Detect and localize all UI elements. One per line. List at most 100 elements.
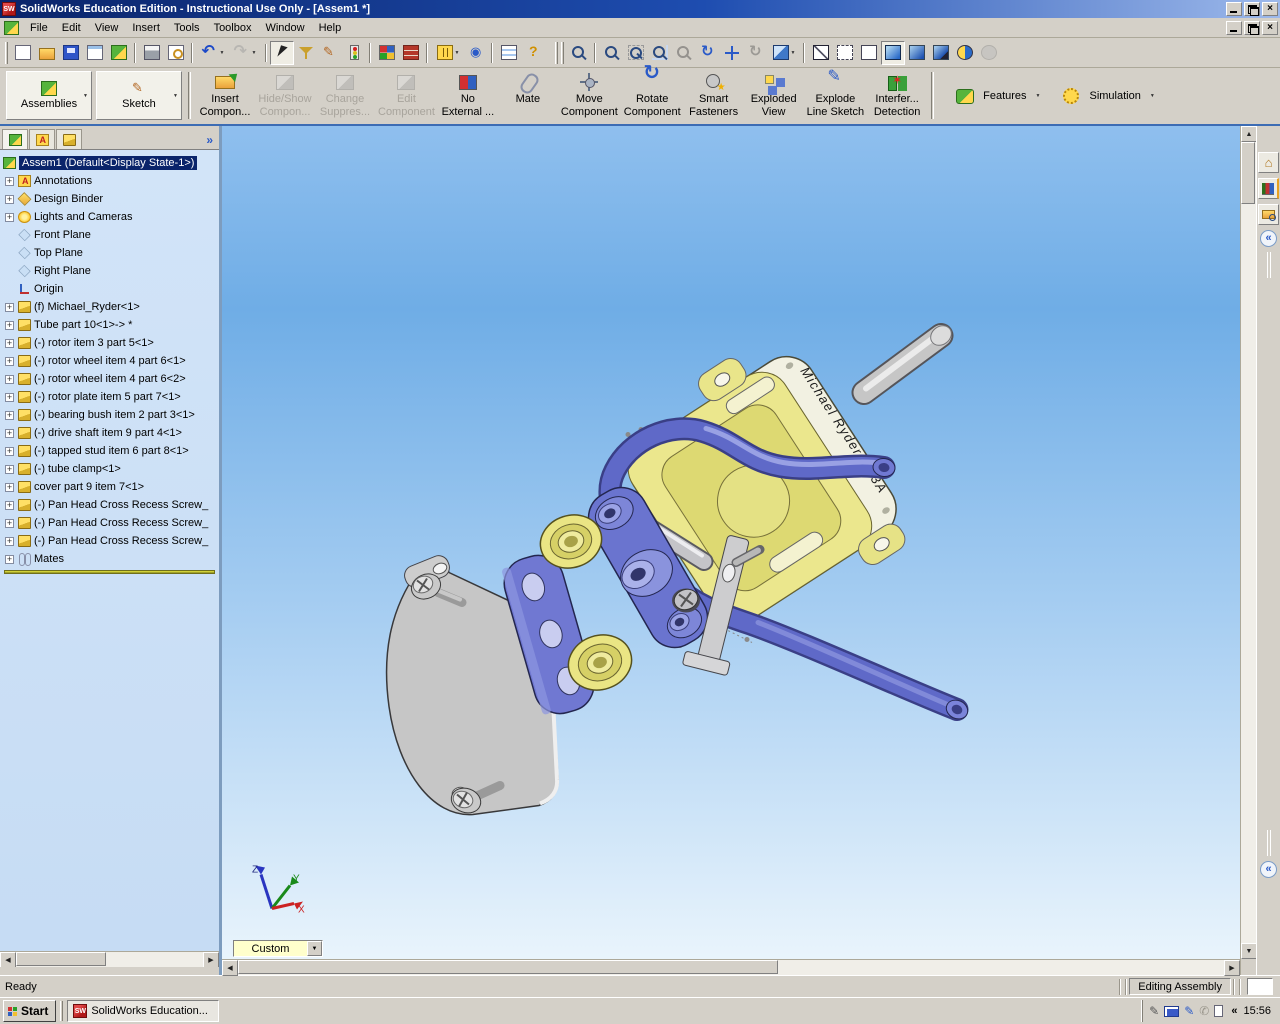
panel-horizontal-scrollbar[interactable]: ◀ ▶	[0, 951, 219, 967]
chevron-down-icon[interactable]: ▼	[83, 93, 88, 99]
expand-toggle[interactable]	[5, 429, 14, 438]
expand-toggle[interactable]	[5, 393, 14, 402]
zoom-select-icon[interactable]	[567, 41, 591, 65]
tree-item[interactable]: Top Plane	[0, 244, 219, 262]
new-icon[interactable]	[11, 41, 35, 65]
tree-item[interactable]: (-) Pan Head Cross Recess Screw_	[0, 496, 219, 514]
panel-expand-chevron[interactable]: »	[206, 133, 217, 149]
tree-item[interactable]: Annotations	[0, 172, 219, 190]
expand-toggle[interactable]	[5, 537, 14, 546]
view-3d-icon[interactable]	[744, 41, 768, 65]
menu-item[interactable]: View	[88, 20, 126, 36]
zoom-in-out-icon[interactable]	[648, 41, 672, 65]
exploded-view-button[interactable]: Exploded View	[744, 70, 804, 121]
hidden-lines-visible-icon[interactable]	[833, 41, 857, 65]
ime-keyboard-icon[interactable]	[1164, 1006, 1179, 1017]
taskpane-tab-design-library[interactable]	[1258, 178, 1279, 199]
make-assembly-icon[interactable]	[107, 41, 131, 65]
expand-toggle[interactable]	[5, 483, 14, 492]
tray-collapse-chevron[interactable]: «	[1231, 1005, 1237, 1017]
expand-toggle[interactable]	[5, 339, 14, 348]
expand-toggle[interactable]	[5, 177, 14, 186]
viewport-vertical-scrollbar[interactable]: ▲ ▼	[1240, 126, 1256, 975]
scroll-left-button[interactable]: ◀	[0, 952, 16, 968]
help-icon[interactable]	[521, 41, 545, 65]
scroll-right-button[interactable]: ▶	[1224, 960, 1240, 976]
tablet-pen-icon[interactable]: ✎	[1184, 1005, 1194, 1017]
interference-detection-button[interactable]: Interfer... Detection	[867, 70, 927, 121]
taskbar-task-solidworks[interactable]: SW SolidWorks Education...	[67, 1000, 219, 1022]
change-suppression-button[interactable]: Change Suppres...	[315, 70, 375, 121]
combo-dropdown-button[interactable]: ▼	[307, 941, 322, 956]
start-button[interactable]: Start	[3, 1000, 56, 1022]
chevron-down-icon[interactable]: ▼	[1036, 93, 1041, 99]
no-external-references-button[interactable]: No External ...	[438, 70, 498, 121]
undo-icon[interactable]	[197, 41, 229, 65]
explode-line-sketch-button[interactable]: Explode Line Sketch	[804, 70, 867, 121]
pen-tray-icon[interactable]: ✎	[1149, 1005, 1159, 1017]
print-icon[interactable]	[140, 41, 164, 65]
tab-assemblies[interactable]: Assemblies ▼	[6, 71, 92, 120]
expand-toggle[interactable]	[5, 357, 14, 366]
child-minimize-button[interactable]	[1226, 21, 1242, 35]
child-restore-button[interactable]	[1244, 21, 1260, 35]
scroll-up-button[interactable]: ▲	[1241, 126, 1257, 142]
hidden-lines-removed-icon[interactable]	[857, 41, 881, 65]
scrollbar-thumb[interactable]	[16, 952, 106, 966]
tree-item[interactable]: (-) drive shaft item 9 part 4<1>	[0, 424, 219, 442]
tree-item[interactable]: Lights and Cameras	[0, 208, 219, 226]
measure-icon[interactable]	[432, 41, 464, 65]
part-pin[interactable]	[864, 322, 955, 393]
tab-feature-manager[interactable]	[2, 129, 28, 149]
rollback-bar[interactable]	[4, 570, 215, 574]
toolbar-grip[interactable]	[561, 42, 564, 64]
tree-item[interactable]: (-) bearing bush item 2 part 3<1>	[0, 406, 219, 424]
tree-item[interactable]: cover part 9 item 7<1>	[0, 478, 219, 496]
inactive-tray-icon[interactable]: ✆	[1199, 1005, 1209, 1017]
toolbar-grip[interactable]	[555, 42, 558, 64]
expand-toggle[interactable]	[5, 213, 14, 222]
toolbar-grip[interactable]	[5, 42, 8, 64]
expand-toggle[interactable]	[5, 303, 14, 312]
minimize-button[interactable]	[1226, 2, 1242, 16]
mate-button[interactable]: Mate	[498, 70, 558, 121]
insert-components-button[interactable]: Insert Compon...	[195, 70, 255, 121]
expand-toggle[interactable]	[5, 447, 14, 456]
tree-item[interactable]: (-) rotor wheel item 4 part 6<2>	[0, 370, 219, 388]
tab-property-manager[interactable]	[29, 129, 55, 149]
close-button[interactable]: ×	[1262, 2, 1278, 16]
wireframe-icon[interactable]	[809, 41, 833, 65]
print-preview-icon[interactable]	[164, 41, 188, 65]
menu-item[interactable]: Edit	[55, 20, 88, 36]
edit-color-icon[interactable]	[375, 41, 399, 65]
rotate-component-button[interactable]: Rotate Component	[621, 70, 684, 121]
expand-toggle[interactable]	[5, 411, 14, 420]
tree-root[interactable]: Assem1 (Default<Display State-1>)	[0, 154, 219, 172]
zoom-to-fit-icon[interactable]	[600, 41, 624, 65]
tab-configuration-manager[interactable]	[56, 129, 82, 149]
make-drawing-icon[interactable]	[83, 41, 107, 65]
expand-toggle[interactable]	[5, 465, 14, 474]
menu-item[interactable]: File	[23, 20, 55, 36]
open-icon[interactable]	[35, 41, 59, 65]
tree-item[interactable]: (-) rotor item 3 part 5<1>	[0, 334, 219, 352]
splitter-handle[interactable]	[1267, 830, 1271, 856]
tree-item[interactable]: Front Plane	[0, 226, 219, 244]
shaded-with-edges-icon[interactable]	[881, 41, 905, 65]
rebuild-icon[interactable]	[342, 41, 366, 65]
menu-item[interactable]: Toolbox	[207, 20, 259, 36]
tree-item[interactable]: Design Binder	[0, 190, 219, 208]
chevron-down-icon[interactable]: ▼	[173, 93, 178, 99]
document-tray-icon[interactable]	[1214, 1005, 1223, 1017]
smart-fasteners-button[interactable]: Smart Fasteners	[684, 70, 744, 121]
simulation-group-button[interactable]: Simulation ▼	[1050, 81, 1162, 111]
texture-icon[interactable]	[399, 41, 423, 65]
restore-button[interactable]	[1244, 2, 1260, 16]
expand-toggle[interactable]	[5, 195, 14, 204]
chevron-down-icon[interactable]: ▼	[1150, 93, 1155, 99]
edit-component-button[interactable]: Edit Component	[375, 70, 438, 121]
tree-item[interactable]: (f) Michael_Ryder<1>	[0, 298, 219, 316]
realview-icon[interactable]	[977, 41, 1001, 65]
tree-item[interactable]: (-) tube clamp<1>	[0, 460, 219, 478]
tree-item[interactable]: (-) Pan Head Cross Recess Screw_	[0, 514, 219, 532]
